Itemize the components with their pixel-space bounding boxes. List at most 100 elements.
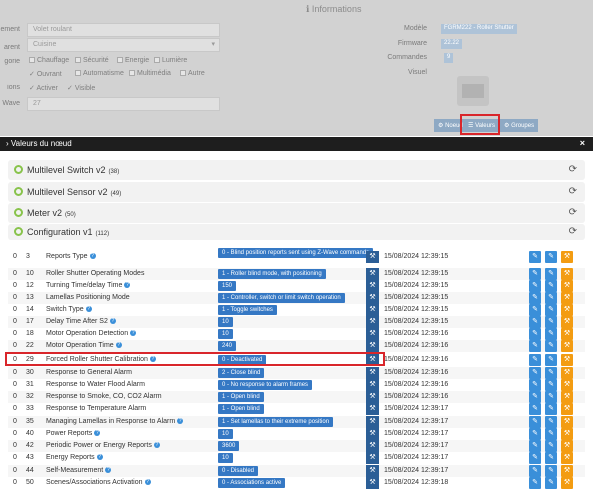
pencil-icon[interactable]: ✎ bbox=[545, 391, 557, 403]
refresh-icon[interactable]: ⟳ bbox=[569, 186, 577, 197]
wrench-icon[interactable]: ⚒ bbox=[561, 328, 573, 340]
pencil-icon[interactable]: ✎ bbox=[529, 340, 541, 352]
category-checkbox-chauffage[interactable]: Chauffage bbox=[29, 57, 69, 64]
wrench-icon[interactable]: ⚒ bbox=[366, 367, 379, 379]
wrench-icon[interactable]: ⚒ bbox=[366, 304, 379, 316]
pencil-icon[interactable]: ✎ bbox=[545, 403, 557, 415]
wrench-icon[interactable]: ⚒ bbox=[561, 465, 573, 477]
wrench-icon[interactable]: ⚒ bbox=[366, 477, 379, 489]
wrench-icon[interactable]: ⚒ bbox=[366, 328, 379, 340]
category-checkbox-automatisme[interactable]: Automatisme bbox=[75, 70, 124, 77]
pencil-icon[interactable]: ✎ bbox=[545, 304, 557, 316]
wave-input[interactable]: 27 bbox=[27, 97, 220, 111]
help-icon[interactable]: ? bbox=[115, 342, 122, 348]
category-checkbox-multimedia[interactable]: Multimédia bbox=[129, 70, 171, 77]
pencil-icon[interactable]: ✎ bbox=[529, 477, 541, 489]
refresh-icon[interactable]: ⟳ bbox=[569, 226, 577, 237]
pencil-icon[interactable]: ✎ bbox=[545, 328, 557, 340]
category-checkbox-ouvrant[interactable]: ✓ Ouvrant bbox=[29, 70, 62, 78]
wrench-icon[interactable]: ⚒ bbox=[366, 292, 379, 304]
name-input[interactable]: Volet roulant bbox=[27, 23, 220, 37]
pencil-icon[interactable]: ✎ bbox=[545, 280, 557, 292]
help-icon[interactable]: ? bbox=[85, 306, 92, 312]
close-icon[interactable]: × bbox=[580, 138, 585, 148]
pencil-icon[interactable]: ✎ bbox=[545, 316, 557, 328]
help-icon[interactable]: ? bbox=[89, 253, 96, 259]
wrench-icon[interactable]: ⚒ bbox=[561, 268, 573, 280]
parent-select[interactable]: Cuisine ▾ bbox=[27, 38, 220, 52]
pencil-icon[interactable]: ✎ bbox=[529, 465, 541, 477]
pencil-icon[interactable]: ✎ bbox=[529, 452, 541, 464]
pencil-icon[interactable]: ✎ bbox=[545, 367, 557, 379]
wrench-icon[interactable]: ⚒ bbox=[561, 379, 573, 391]
wrench-icon[interactable]: ⚒ bbox=[366, 403, 379, 415]
wrench-icon[interactable]: ⚒ bbox=[561, 354, 573, 366]
wrench-icon[interactable]: ⚒ bbox=[366, 340, 379, 352]
pencil-icon[interactable]: ✎ bbox=[545, 428, 557, 440]
wrench-icon[interactable]: ⚒ bbox=[561, 367, 573, 379]
wrench-icon[interactable]: ⚒ bbox=[366, 452, 379, 464]
pencil-icon[interactable]: ✎ bbox=[529, 367, 541, 379]
wrench-icon[interactable]: ⚒ bbox=[561, 251, 573, 263]
wrench-icon[interactable]: ⚒ bbox=[366, 379, 379, 391]
pencil-icon[interactable]: ✎ bbox=[545, 416, 557, 428]
help-icon[interactable]: ? bbox=[153, 442, 160, 448]
wrench-icon[interactable]: ⚒ bbox=[561, 416, 573, 428]
pencil-icon[interactable]: ✎ bbox=[529, 440, 541, 452]
category-checkbox-energie[interactable]: Energie bbox=[117, 57, 149, 64]
category-checkbox-lumiere[interactable]: Lumière bbox=[154, 57, 187, 64]
wrench-icon[interactable]: ⚒ bbox=[561, 452, 573, 464]
pencil-icon[interactable]: ✎ bbox=[529, 416, 541, 428]
wrench-icon[interactable]: ⚒ bbox=[561, 440, 573, 452]
section-multilevel-sensor[interactable]: Multilevel Sensor v2 (49) ⟳ bbox=[8, 182, 585, 202]
pencil-icon[interactable]: ✎ bbox=[529, 403, 541, 415]
wrench-icon[interactable]: ⚒ bbox=[366, 440, 379, 452]
pencil-icon[interactable]: ✎ bbox=[529, 428, 541, 440]
pencil-icon[interactable]: ✎ bbox=[529, 292, 541, 304]
pencil-icon[interactable]: ✎ bbox=[529, 268, 541, 280]
wrench-icon[interactable]: ⚒ bbox=[561, 292, 573, 304]
help-icon[interactable]: ? bbox=[105, 467, 112, 473]
wrench-icon[interactable]: ⚒ bbox=[366, 251, 379, 263]
wrench-icon[interactable]: ⚒ bbox=[561, 304, 573, 316]
category-checkbox-autre[interactable]: Autre bbox=[180, 70, 205, 77]
wrench-icon[interactable]: ⚒ bbox=[366, 268, 379, 280]
help-icon[interactable]: ? bbox=[130, 330, 137, 336]
wrench-icon[interactable]: ⚒ bbox=[561, 340, 573, 352]
wrench-icon[interactable]: ⚒ bbox=[561, 428, 573, 440]
groups-button[interactable]: ⚙ Groupes bbox=[500, 119, 539, 132]
pencil-icon[interactable]: ✎ bbox=[545, 251, 557, 263]
help-icon[interactable]: ? bbox=[124, 282, 131, 288]
section-multilevel-switch[interactable]: Multilevel Switch v2 (38) ⟳ bbox=[8, 160, 585, 180]
pencil-icon[interactable]: ✎ bbox=[529, 391, 541, 403]
refresh-icon[interactable]: ⟳ bbox=[569, 207, 577, 218]
pencil-icon[interactable]: ✎ bbox=[545, 268, 557, 280]
pencil-icon[interactable]: ✎ bbox=[545, 452, 557, 464]
pencil-icon[interactable]: ✎ bbox=[529, 316, 541, 328]
help-icon[interactable]: ? bbox=[109, 318, 116, 324]
refresh-icon[interactable]: ⟳ bbox=[569, 164, 577, 175]
pencil-icon[interactable]: ✎ bbox=[545, 379, 557, 391]
wrench-icon[interactable]: ⚒ bbox=[561, 403, 573, 415]
section-configuration[interactable]: Configuration v1 (112) ⟳ bbox=[8, 224, 585, 240]
option-visible[interactable]: ✓ Visible bbox=[67, 84, 95, 92]
category-checkbox-securite[interactable]: Sécurité bbox=[75, 57, 109, 64]
option-activer[interactable]: ✓ Activer bbox=[29, 84, 58, 92]
help-icon[interactable]: ? bbox=[177, 418, 184, 424]
wrench-icon[interactable]: ⚒ bbox=[366, 391, 379, 403]
wrench-icon[interactable]: ⚒ bbox=[366, 316, 379, 328]
pencil-icon[interactable]: ✎ bbox=[529, 251, 541, 263]
pencil-icon[interactable]: ✎ bbox=[529, 328, 541, 340]
wrench-icon[interactable]: ⚒ bbox=[561, 391, 573, 403]
pencil-icon[interactable]: ✎ bbox=[545, 340, 557, 352]
wrench-icon[interactable]: ⚒ bbox=[366, 416, 379, 428]
pencil-icon[interactable]: ✎ bbox=[545, 440, 557, 452]
pencil-icon[interactable]: ✎ bbox=[545, 354, 557, 366]
pencil-icon[interactable]: ✎ bbox=[545, 465, 557, 477]
wrench-icon[interactable]: ⚒ bbox=[366, 428, 379, 440]
wrench-icon[interactable]: ⚒ bbox=[366, 465, 379, 477]
pencil-icon[interactable]: ✎ bbox=[529, 379, 541, 391]
help-icon[interactable]: ? bbox=[96, 454, 103, 460]
pencil-icon[interactable]: ✎ bbox=[545, 477, 557, 489]
wrench-icon[interactable]: ⚒ bbox=[561, 477, 573, 489]
